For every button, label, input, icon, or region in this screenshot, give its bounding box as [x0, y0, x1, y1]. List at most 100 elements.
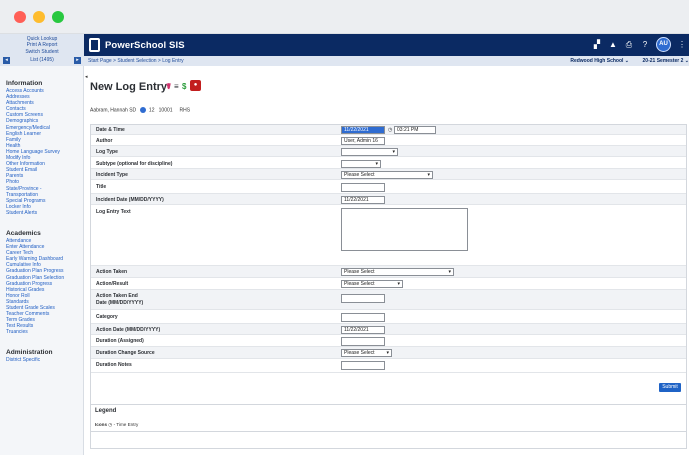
- duration-assigned-label: Duration (Assigned): [96, 338, 144, 344]
- legend-panel: Legend Icons ◷ - Time Entry: [90, 404, 687, 432]
- zoom-window-button[interactable]: [52, 11, 64, 23]
- close-window-button[interactable]: [14, 11, 26, 23]
- incident-date-label: Incident Date (MM/DD/YYYY): [96, 197, 164, 203]
- date-input[interactable]: 11/22/2021: [341, 126, 385, 134]
- action-end-date-input[interactable]: [341, 294, 385, 303]
- legend-time-entry-text: - Time Entry: [113, 422, 139, 427]
- legend-icons-label: Icons: [95, 422, 107, 427]
- author-label: Author: [96, 138, 113, 144]
- next-student-button[interactable]: ▸: [74, 57, 81, 64]
- avatar[interactable]: AU: [656, 37, 671, 52]
- information-menu: Access Accounts Addresses Attachments Conta…: [0, 88, 83, 216]
- action-result-select[interactable]: Please Select: [341, 280, 403, 288]
- print-icon[interactable]: ⎙: [624, 40, 634, 50]
- log-entry-text-label: Log Entry Text: [96, 209, 131, 215]
- legend-title: Legend: [95, 408, 117, 414]
- category-input[interactable]: [341, 313, 385, 322]
- student-name: Aabram, Hannah SD: [90, 107, 137, 114]
- duration-notes-label: Duration Notes: [96, 362, 132, 368]
- page-title: New Log Entry: [90, 81, 168, 93]
- form-row-category: Category: [91, 310, 686, 324]
- incident-date-input[interactable]: 11/22/2021: [341, 196, 385, 204]
- form-row-date-time: Date & Time 11/22/2021 ◷ 03:21 PM: [91, 125, 686, 135]
- information-heading: Information: [6, 80, 43, 87]
- student-id: 10001: [158, 107, 173, 114]
- context-bar: Start Page > Student Selection > Log Ent…: [84, 56, 689, 66]
- location-pin-icon[interactable]: [139, 107, 146, 113]
- minimize-window-button[interactable]: [33, 11, 45, 23]
- submit-button[interactable]: Submit: [659, 383, 681, 392]
- form-row-duration-assigned: Duration (Assigned): [91, 335, 686, 347]
- term-name: 20-21 Semester 2: [642, 58, 684, 64]
- apps-grid-icon[interactable]: ⋮: [677, 40, 687, 49]
- sidebar-item-administration-0[interactable]: District Specific: [0, 357, 83, 363]
- title-input[interactable]: [341, 183, 385, 192]
- form-row-incident-date: Incident Date (MM/DD/YYYY) 11/22/2021: [91, 194, 686, 205]
- author-field: User, Admin 16: [341, 137, 385, 145]
- term-selector[interactable]: 20-21 Semester 2 ⌄: [643, 58, 689, 64]
- breadcrumb[interactable]: Start Page > Student Selection > Log Ent…: [88, 58, 184, 64]
- incident-type-select[interactable]: Please Select: [341, 171, 433, 179]
- title-label: Title: [96, 184, 107, 190]
- header-tools: ▞ ▲ ⎙ ? AU ⋮: [592, 37, 687, 52]
- switch-student-label: Switch Student: [25, 48, 59, 55]
- collapse-sidebar-icon[interactable]: ◂: [85, 74, 88, 80]
- form-row-incident-type: Incident Type Please Select: [91, 169, 686, 180]
- action-date-input[interactable]: 11/22/2021: [341, 326, 385, 334]
- duration-notes-input[interactable]: [341, 361, 385, 370]
- time-entry-legend-icon: ◷: [108, 422, 113, 427]
- form-row-log-type: Log Type: [91, 146, 686, 157]
- log-type-select[interactable]: [341, 148, 398, 156]
- academics-menu: Attendance Enter Attendance Career Tech Ear…: [0, 238, 83, 336]
- form-row-log-entry-text: Log Entry Text: [91, 205, 686, 266]
- form-row-action-result: Action/Result Please Select: [91, 278, 686, 290]
- powerschool-logo-icon: [89, 38, 100, 52]
- quick-panel: Quick Lookup Print A Report Switch Stude…: [0, 34, 84, 66]
- student-list-link[interactable]: List (1495): [30, 57, 54, 63]
- time-entry-clock-icon[interactable]: ◷: [388, 127, 392, 133]
- form-row-title: Title: [91, 180, 686, 194]
- academics-heading: Academics: [6, 229, 41, 237]
- student-list-nav: ◂ List (1495) ▸: [3, 57, 81, 64]
- subtype-label: Subtype (optional for discipline): [96, 161, 173, 167]
- student-grade: 12: [148, 107, 155, 114]
- student-info-line: Aabram, Hannah SD 12 10001 RHS: [90, 107, 190, 113]
- school-selector[interactable]: Redwood High School ⌄: [570, 58, 629, 64]
- form-row-action-taken: Action Taken Please Select: [91, 266, 686, 278]
- date-time-label: Date & Time: [96, 127, 125, 133]
- log-type-label: Log Type: [96, 149, 118, 155]
- discipline-stop-icon[interactable]: ●: [190, 80, 201, 91]
- form-row-action-end-date: Action Taken End Date (MM/DD/YYYY): [91, 290, 686, 310]
- administration-menu: District Specific: [0, 357, 83, 363]
- action-result-label: Action/Result: [96, 281, 129, 287]
- log-entry-textarea[interactable]: [341, 208, 468, 251]
- legend-item: Icons ◷ - Time Entry: [95, 422, 138, 428]
- previous-student-button[interactable]: ◂: [3, 57, 10, 64]
- fee-dollar-icon[interactable]: $: [182, 82, 186, 91]
- brand-title: PowerSchool SIS: [105, 40, 185, 51]
- main-content: ◂ New Log Entry ☤ ≡ $ ● Aabram, Hannah S…: [84, 66, 689, 455]
- action-end-date-label-line2: Date (MM/DD/YYYY): [96, 300, 144, 306]
- app-window: Quick Lookup Print A Report Switch Stude…: [0, 0, 689, 455]
- time-input[interactable]: 03:21 PM: [394, 126, 436, 134]
- medical-icon[interactable]: ≡: [174, 82, 179, 91]
- form-row-duration-notes: Duration Notes: [91, 359, 686, 373]
- subtype-select[interactable]: [341, 160, 381, 168]
- top-navigation-bar: PowerSchool SIS ▞ ▲ ⎙ ? AU ⋮: [84, 34, 689, 56]
- duration-assigned-input[interactable]: [341, 337, 385, 346]
- help-icon[interactable]: ?: [640, 40, 650, 49]
- reports-icon[interactable]: ▞: [592, 40, 602, 49]
- duration-change-source-label: Duration Change Source: [96, 350, 155, 356]
- duration-change-source-select[interactable]: Please Select: [341, 349, 392, 357]
- incident-type-label: Incident Type: [96, 172, 128, 178]
- window-titlebar: [0, 0, 689, 34]
- alert-flag-icon[interactable]: ☤: [166, 82, 171, 91]
- alert-icon[interactable]: ▲: [608, 40, 618, 49]
- administration-heading: Administration: [6, 349, 53, 357]
- form-row-subtype: Subtype (optional for discipline): [91, 157, 686, 169]
- school-name: Redwood High School: [570, 58, 624, 64]
- action-end-date-label-line1: Action Taken End: [96, 293, 138, 299]
- form-row-action-date: Action Date (MM/DD/YYYY) 11/22/2021: [91, 324, 686, 335]
- student-school: RHS: [179, 107, 191, 114]
- action-taken-select[interactable]: Please Select: [341, 268, 454, 276]
